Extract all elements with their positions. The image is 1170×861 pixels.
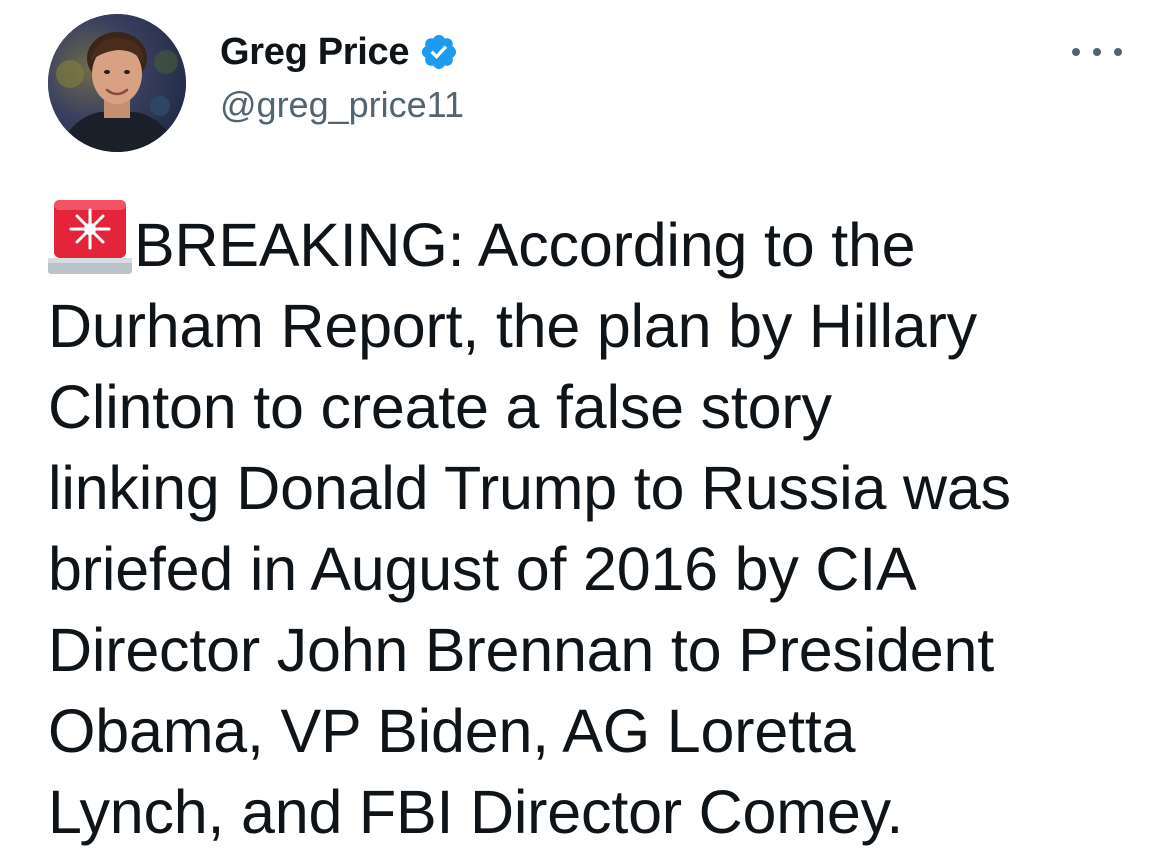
tweet-text-line-1: BREAKING: According to the <box>134 211 916 279</box>
tweet-text-line: BREAKING: According to the <box>48 198 1138 286</box>
police-car-light-icon <box>48 198 132 278</box>
avatar[interactable] <box>48 14 186 152</box>
tweet-text-line-7: Obama, VP Biden, AG Loretta <box>48 697 856 765</box>
tweet-card: Greg Price @greg_price11 BREAKING: Accor… <box>0 0 1170 861</box>
display-name[interactable]: Greg Price <box>220 31 410 74</box>
more-dot <box>1114 48 1122 56</box>
tweet-text-line-2: Durham Report, the plan by Hillary <box>48 292 977 360</box>
tweet-text-line-5: briefed in August of 2016 by CIA <box>48 535 917 603</box>
tweet-text-line-3: Clinton to create a false story <box>48 373 832 441</box>
verified-badge-icon[interactable] <box>419 32 459 72</box>
avatar-photo <box>48 14 186 152</box>
tweet-text: BREAKING: According to the Durham Report… <box>48 198 1138 853</box>
more-options-icon[interactable] <box>1072 38 1122 66</box>
user-handle[interactable]: @greg_price11 <box>220 84 464 126</box>
author-name-row: Greg Price <box>220 30 459 74</box>
more-dot <box>1072 48 1080 56</box>
more-dot <box>1093 48 1101 56</box>
tweet-text-line-8: Lynch, and FBI Director Comey. <box>48 778 904 846</box>
tweet-text-line-4: linking Donald Trump to Russia was <box>48 454 1011 522</box>
tweet-text-line-6: Director John Brennan to President <box>48 616 994 684</box>
